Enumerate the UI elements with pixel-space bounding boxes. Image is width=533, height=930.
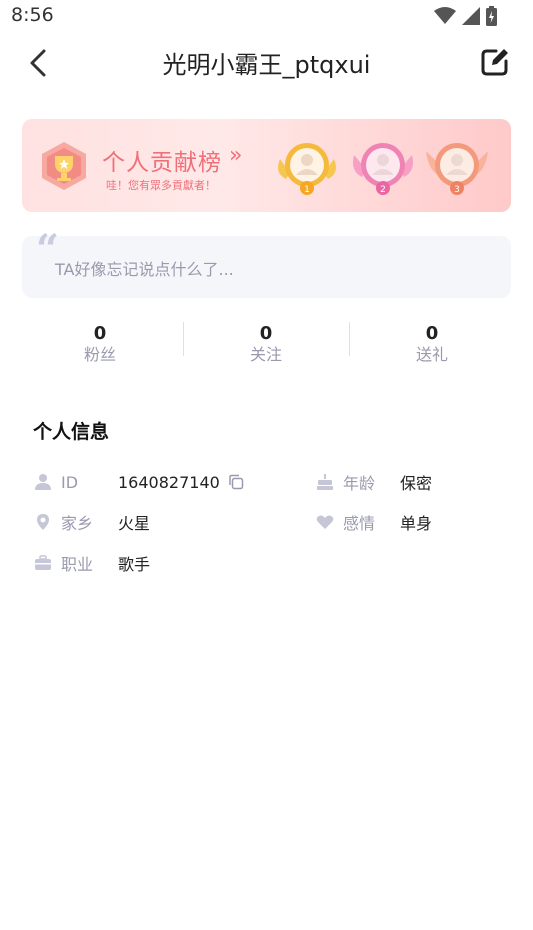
stat-fans[interactable]: 0 粉丝 xyxy=(40,322,160,364)
contribution-subtitle: 哇！您有眾多貢獻者！ xyxy=(106,179,216,192)
stat-fans-label: 粉丝 xyxy=(83,345,116,364)
nav-bar: 光明小霸王_ptqxui xyxy=(0,32,533,92)
contribution-title: 个人贡献榜 xyxy=(102,150,222,176)
signature-box: “ TA好像忘记说点什么了... xyxy=(22,226,511,298)
rank-2-number: 2 xyxy=(380,185,386,195)
info-value-hometown: 火星 xyxy=(118,514,151,533)
stats-row: 0 粉丝 0 关注 0 送礼 xyxy=(0,322,533,372)
user-id-text: 1640827140 xyxy=(118,472,220,492)
stat-following[interactable]: 0 关注 xyxy=(206,322,326,364)
info-value-relationship: 单身 xyxy=(400,514,433,533)
info-value-job: 歌手 xyxy=(118,555,151,574)
signature-text: TA好像忘记说点什么了... xyxy=(55,260,234,279)
heart-icon xyxy=(316,515,334,529)
status-icons xyxy=(434,6,497,26)
briefcase-icon xyxy=(35,555,51,570)
info-row-hometown: 家乡 火星 xyxy=(34,510,150,534)
info-row-job: 职业 歌手 xyxy=(34,551,150,575)
signal-icon xyxy=(462,7,480,25)
stat-gifts[interactable]: 0 送礼 xyxy=(372,322,492,364)
info-label-relationship: 感情 xyxy=(343,514,376,533)
user-icon xyxy=(35,474,51,490)
trophy-icon xyxy=(42,142,86,190)
stat-divider xyxy=(349,322,350,356)
info-row-id: ID 1640827140 xyxy=(34,470,244,494)
rank-1-medal-icon: 1 xyxy=(278,143,336,195)
stat-fans-value: 0 xyxy=(93,323,107,344)
personal-info-title: 个人信息 xyxy=(33,421,110,443)
info-row-relationship: 感情 单身 xyxy=(316,510,432,534)
info-label-age: 年龄 xyxy=(343,474,376,493)
battery-icon xyxy=(486,6,497,26)
location-pin-icon xyxy=(37,514,49,530)
info-label-hometown: 家乡 xyxy=(61,514,94,533)
info-value-age: 保密 xyxy=(400,474,433,493)
rank-3-number: 3 xyxy=(454,185,460,195)
edit-icon[interactable] xyxy=(479,46,511,78)
contribution-leaderboard-banner[interactable]: 个人贡献榜 » 哇！您有眾多貢獻者！ 1 2 3 xyxy=(22,119,511,212)
rank-3-medal-icon: 3 xyxy=(426,143,488,195)
status-bar: 8:56 xyxy=(0,0,533,32)
cake-icon xyxy=(317,474,333,490)
info-value-id: 1640827140 xyxy=(118,473,244,492)
page-title: 光明小霸王_ptqxui xyxy=(162,51,371,79)
info-label-job: 职业 xyxy=(61,555,94,574)
info-row-age: 年龄 保密 xyxy=(316,470,432,494)
copy-icon[interactable] xyxy=(228,474,244,490)
stat-gifts-value: 0 xyxy=(425,323,439,344)
info-label-id: ID xyxy=(61,472,79,492)
stat-gifts-label: 送礼 xyxy=(415,345,448,364)
stat-following-value: 0 xyxy=(259,323,273,344)
double-chevron-right-icon: » xyxy=(229,143,243,168)
rank-2-medal-icon: 2 xyxy=(353,143,413,195)
wifi-icon xyxy=(434,7,456,24)
stat-divider xyxy=(183,322,184,356)
stat-following-label: 关注 xyxy=(249,345,282,364)
rank-1-number: 1 xyxy=(304,185,310,195)
status-time: 8:56 xyxy=(11,4,54,26)
